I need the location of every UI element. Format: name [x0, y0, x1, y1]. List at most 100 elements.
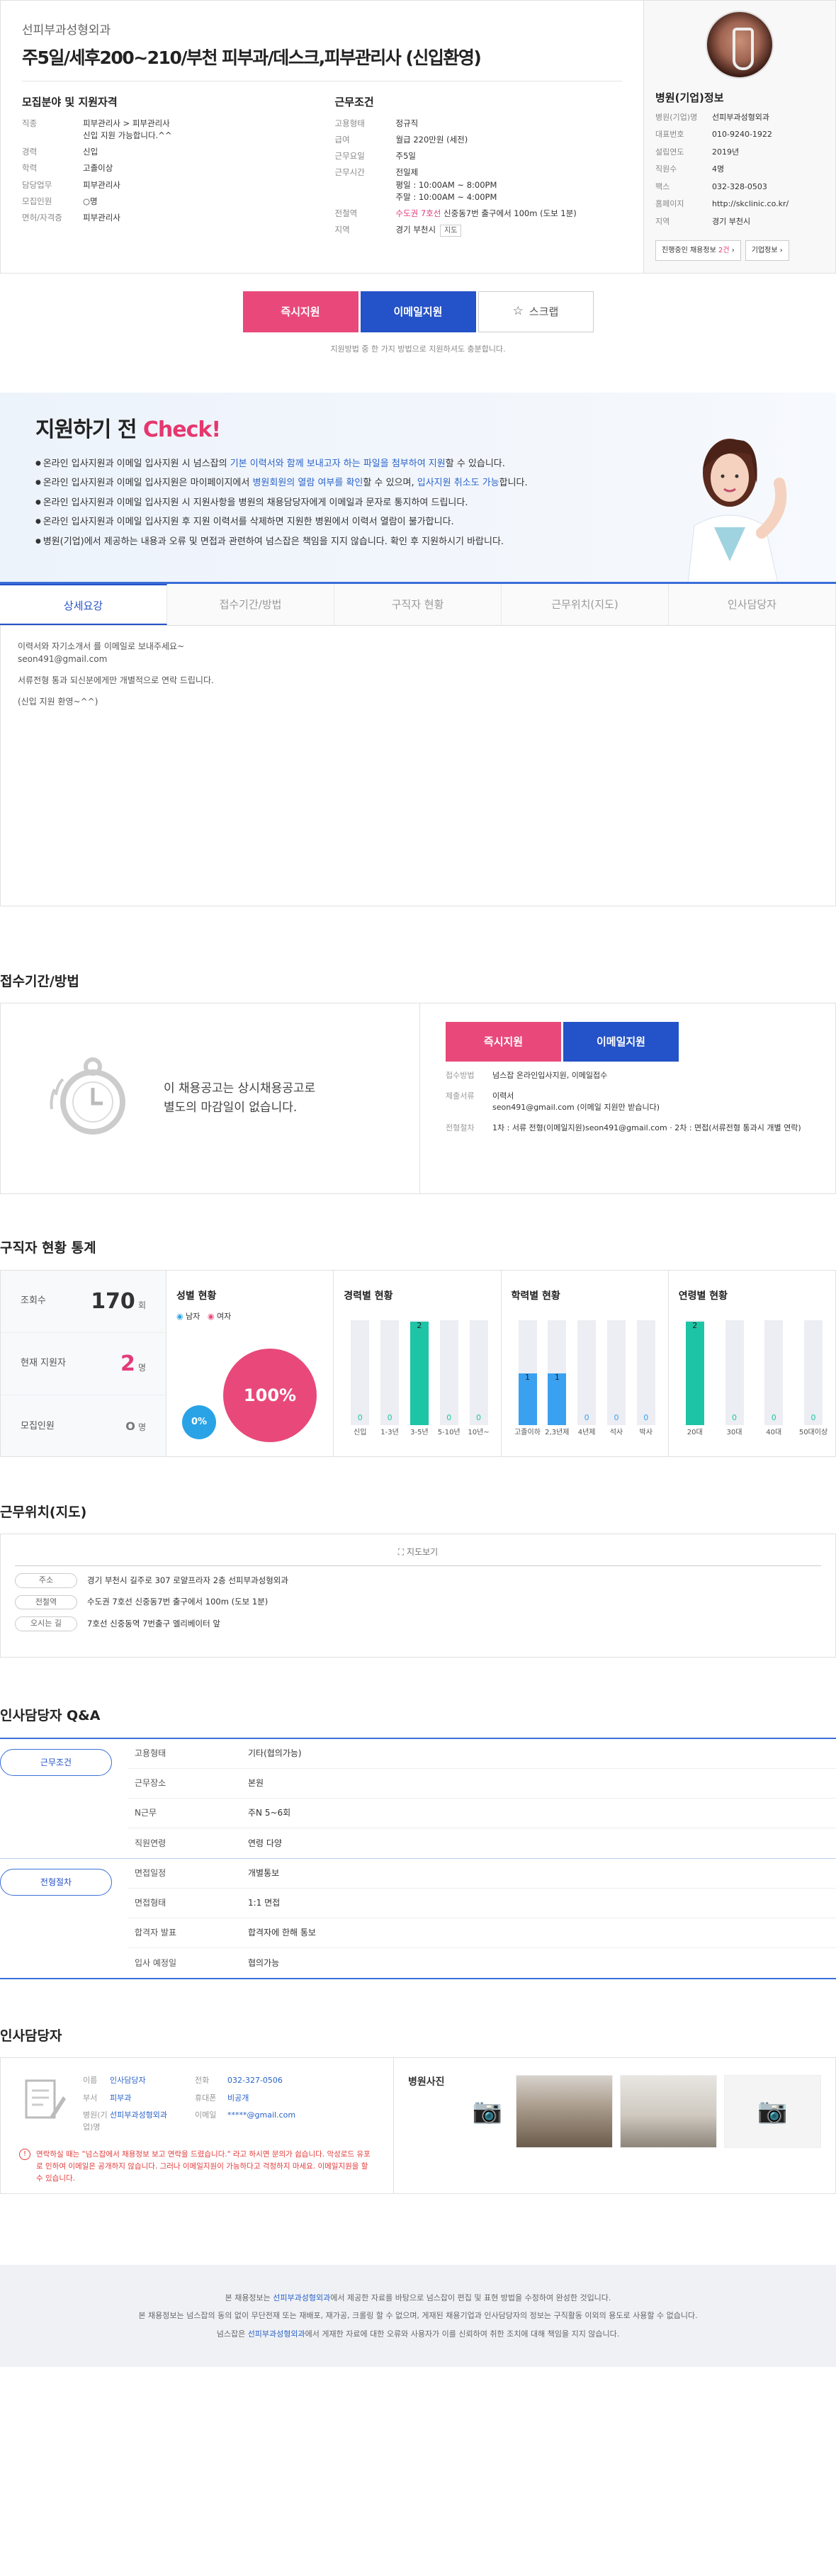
chart-bar: 0 30대 — [725, 1320, 744, 1436]
bar-value-label: 0 — [476, 1412, 481, 1422]
age-stats: 연령별 현황 2 20대 0 30대 0 40대 0 50대이상 — [678, 1290, 828, 1436]
bar-value-label: 0 — [446, 1412, 452, 1422]
chart-bar: 1 2,3년제 — [545, 1320, 569, 1436]
bar-value-label: 0 — [732, 1412, 737, 1422]
bar-value-label: 2 — [417, 1320, 422, 1330]
hr-title: 인사담당자 — [0, 2027, 62, 2044]
hospital-heading: 병원(기업)정보 — [655, 91, 724, 104]
hospital-photo-2[interactable] — [620, 2075, 717, 2148]
bar-category-label: 4년제 — [577, 1428, 596, 1436]
bar-value-label: 0 — [357, 1412, 363, 1422]
chart-bar: 0 신입 — [351, 1320, 370, 1436]
instant-apply-button[interactable]: 즉시지원 — [242, 291, 358, 332]
stats-title: 구직자 현황 통계 — [0, 1240, 96, 1256]
company-name[interactable]: 선피부과성형외과 — [22, 22, 622, 40]
hr-notice: ! 연락하실 때는 "넘스잡에서 채용정보 보고 연락을 드렸습니다." 라고 하… — [19, 2149, 375, 2184]
work-conditions: 근무조건 고용형태 정규직 급여 월급 220만원 (세전) 근무요일 주5일 근무시… — [335, 94, 623, 241]
tab-period[interactable]: 접수기간/방법 — [167, 583, 334, 625]
chart-bar: 0 석사 — [606, 1320, 626, 1436]
map-icon: ⛶ — [397, 1547, 405, 1557]
chart-bar: 0 40대 — [764, 1320, 784, 1436]
male-pct: 0% — [182, 1405, 216, 1439]
recruit-qualification: 모집분야 및 지원자격 직종 피부관리사 > 피부관리사 신입 지원 가능합니다.^… — [22, 94, 310, 241]
chart-bar: 0 1-3년 — [380, 1320, 400, 1436]
job-summary: 선피부과성형외과 주5일/세후200~210/부천 피부과/데스크,피부관리사 … — [0, 0, 836, 274]
bar-value-label: 0 — [584, 1412, 589, 1422]
chart-bar: 1 고졸이하 — [514, 1320, 541, 1436]
period-instant-apply-button[interactable]: 즉시지원 — [446, 1022, 561, 1062]
alert-icon: ! — [19, 2149, 30, 2160]
stats-section: 조회수 170 회 현재 지원자 2 명 모집인원 O 명 성별 현황 ◉ 남자 ◉ … — [0, 1269, 836, 1457]
bar-category-label: 신입 — [354, 1428, 367, 1436]
bar-value-label: 0 — [643, 1412, 649, 1422]
career-stats: 경력별 현황 0 신입 0 1-3년 2 3-5년 0 5-10년 0 10년~ — [334, 1270, 502, 1456]
bar-category-label: 1-3년 — [380, 1428, 399, 1436]
recruit-heading: 모집분야 및 지원자격 — [22, 96, 118, 108]
views-count: 170 — [91, 1288, 135, 1314]
map-view-button[interactable]: ⛶ 지도보기 — [15, 1534, 821, 1566]
bar-category-label: 고졸이하 — [514, 1428, 541, 1436]
period-title: 접수기간/방법 — [0, 973, 79, 989]
bar-category-label: 20대 — [687, 1428, 703, 1436]
chart-bar: 0 5-10년 — [438, 1320, 461, 1436]
bar-category-label: 10년~ — [468, 1428, 490, 1436]
check-banner: 지원하기 전 Check! 온라인 입사지원과 이메일 입사지원 시 넘스잡의 … — [0, 392, 836, 584]
homepage-link[interactable]: http://skclinic.co.kr/ — [712, 198, 789, 210]
condition-heading: 근무조건 — [334, 96, 374, 108]
tab-hr[interactable]: 인사담당자 — [669, 583, 836, 625]
bar-category-label: 30대 — [726, 1428, 742, 1436]
chart-bar: 0 4년제 — [577, 1320, 597, 1436]
apply-buttons: 즉시지원 이메일지원 ☆ 스크랩 — [0, 291, 836, 332]
qa-title: 인사담당자 Q&A — [0, 1708, 101, 1723]
chart-bar: 2 3-5년 — [409, 1320, 429, 1436]
bar-value-label: 1 — [525, 1372, 530, 1382]
bar-category-label: 2,3년제 — [545, 1428, 570, 1436]
qa-section: 근무조건 고용형태 기타(협의가능) 근무장소 본원 N근무 주N 5~6회 직원연령… — [0, 1737, 836, 1979]
alarm-clock-icon — [50, 1057, 125, 1135]
email-apply-button[interactable]: 이메일지원 — [360, 291, 476, 332]
company-info-button[interactable]: 기업정보 › — [745, 240, 789, 261]
scrap-button[interactable]: ☆ 스크랩 — [478, 291, 594, 332]
bar-value-label: 0 — [810, 1412, 816, 1422]
job-title: 주5일/세후200~210/부천 피부과/데스크,피부관리사 (신입환영) — [22, 45, 622, 81]
hr-section: 이름 인사담당자 전화 032-327-0506 부서 피부과 휴대폰 비공개 병원(기… — [0, 2057, 836, 2194]
gender-stats: 성별 현황 ◉ 남자 ◉ 여자 100% 0% — [166, 1270, 334, 1456]
doctor-illustration — [687, 438, 787, 582]
bar-category-label: 석사 — [609, 1428, 623, 1436]
detail-content: 이력서와 자기소개서 를 이메일로 보내주세요~ seon491@gmail.co… — [0, 625, 836, 906]
bar-category-label: 50대이상 — [798, 1428, 828, 1436]
chart-bar: 0 박사 — [636, 1320, 655, 1436]
chart-bar: 0 50대이상 — [799, 1320, 827, 1436]
period-message: 이 채용공고는 상시채용공고로 별도의 마감일이 없습니다. — [164, 1081, 316, 1115]
ongoing-jobs-button[interactable]: 진행중인 채용정보 2건 › — [655, 240, 741, 261]
hospital-info: 병원(기업)정보 병원(기업)명 선피부과성형외과 대표번호 010-9240-19… — [643, 1, 835, 273]
location-section: ⛶ 지도보기 주소 경기 부천시 길주로 307 로얄프라자 2층 선피부과성형외… — [0, 1534, 836, 1658]
apply-note: 지원방법 중 한 가지 방법으로 지원하셔도 충분합니다. — [330, 344, 506, 354]
bar-value-label: 1 — [554, 1372, 560, 1382]
tab-applicants[interactable]: 구직자 현황 — [334, 583, 502, 625]
hospital-logo — [706, 11, 774, 79]
applicants-count: 2 — [120, 1351, 135, 1376]
tab-location[interactable]: 근무위치(지도) — [502, 583, 669, 625]
chart-bar: 2 20대 — [685, 1320, 704, 1436]
bar-category-label: 3-5년 — [410, 1428, 429, 1436]
bar-value-label: 2 — [692, 1320, 698, 1330]
star-icon: ☆ — [512, 304, 524, 319]
camera-icon: 📷 — [472, 2097, 503, 2125]
map-small-button[interactable]: 지도 — [440, 225, 462, 237]
bar-category-label: 박사 — [639, 1428, 653, 1436]
detail-tabs: 상세요강 접수기간/방법 구직자 현황 근무위치(지도) 인사담당자 — [0, 583, 836, 626]
document-icon — [25, 2079, 66, 2119]
location-title: 근무위치(지도) — [0, 1504, 87, 1520]
period-email-apply-button[interactable]: 이메일지원 — [563, 1022, 679, 1062]
bar-category-label: 40대 — [766, 1428, 782, 1436]
female-pct: 100% — [223, 1348, 317, 1442]
hospital-photo-1[interactable] — [516, 2075, 613, 2148]
bar-value-label: 0 — [771, 1412, 776, 1422]
bar-value-label: 0 — [614, 1412, 619, 1422]
chart-bar: 0 10년~ — [468, 1320, 490, 1436]
tab-detail[interactable]: 상세요강 — [0, 583, 167, 625]
education-stats: 학력별 현황 1 고졸이하 1 2,3년제 0 4년제 0 석사 0 박사 — [502, 1270, 669, 1456]
bar-category-label: 5-10년 — [437, 1428, 461, 1436]
bar-value-label: 0 — [387, 1412, 392, 1422]
